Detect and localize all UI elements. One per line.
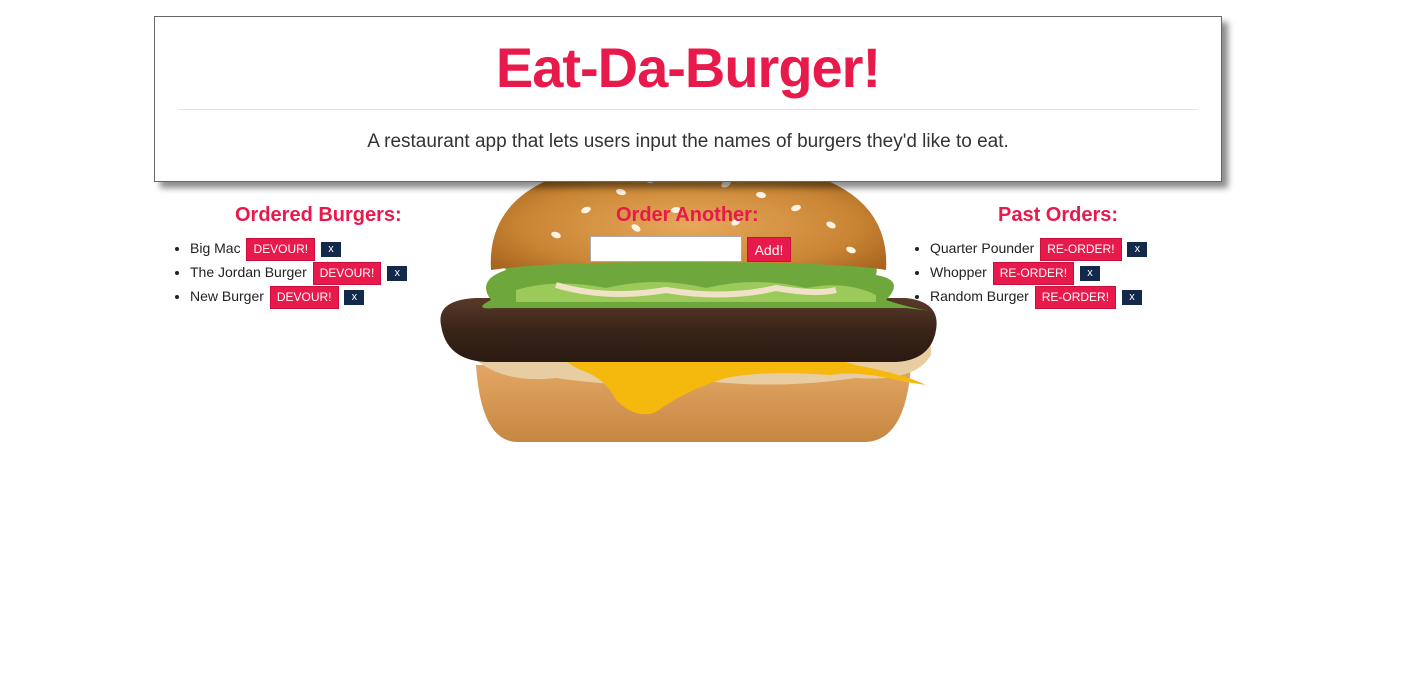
ordered-burgers-list: Big Mac DEVOUR! x The Jordan Burger DEVO… xyxy=(172,236,408,309)
burger-name: Whopper xyxy=(930,264,987,280)
devour-button[interactable]: DEVOUR! xyxy=(312,261,382,285)
devour-button[interactable]: DEVOUR! xyxy=(246,237,316,261)
past-orders-title: Past Orders: xyxy=(998,204,1119,226)
add-button[interactable]: Add! xyxy=(747,237,791,262)
burger-name: Random Burger xyxy=(930,288,1029,304)
burger-name: New Burger xyxy=(190,288,264,304)
burger-name: Big Mac xyxy=(190,240,241,256)
reorder-button[interactable]: RE-ORDER! xyxy=(1040,237,1122,261)
burger-name: Quarter Pounder xyxy=(930,240,1035,256)
remove-button[interactable]: x xyxy=(1127,241,1148,257)
reorder-button[interactable]: RE-ORDER! xyxy=(992,261,1075,285)
ordered-burgers-title: Ordered Burgers: xyxy=(235,204,402,226)
remove-button[interactable]: x xyxy=(321,241,342,257)
remove-button[interactable]: x xyxy=(1121,289,1142,305)
list-item: The Jordan Burger DEVOUR! x xyxy=(190,260,408,285)
remove-button[interactable]: x xyxy=(344,289,365,305)
burger-name: The Jordan Burger xyxy=(190,264,307,280)
list-item: New Burger DEVOUR! x xyxy=(190,284,407,309)
list-item: Whopper RE-ORDER! x xyxy=(930,260,1147,285)
list-item: Random Burger RE-ORDER! x xyxy=(930,284,1147,309)
past-orders-list: Quarter Pounder RE-ORDER! x Whopper RE-O… xyxy=(912,236,1148,309)
devour-button[interactable]: DEVOUR! xyxy=(269,285,339,309)
page-title: Eat-Da-Burger! xyxy=(495,36,881,99)
burger-image xyxy=(440,159,941,442)
page-subtitle: A restaurant app that lets users input t… xyxy=(367,131,1009,152)
remove-button[interactable]: x xyxy=(1079,265,1100,281)
list-item: Big Mac DEVOUR! x xyxy=(190,236,407,261)
remove-button[interactable]: x xyxy=(387,265,408,281)
header-divider xyxy=(179,109,1197,110)
list-item: Quarter Pounder RE-ORDER! x xyxy=(930,236,1148,261)
reorder-button[interactable]: RE-ORDER! xyxy=(1034,285,1117,309)
header-jumbotron: Eat-Da-Burger! A restaurant app that let… xyxy=(154,16,1222,182)
burger-name-input[interactable] xyxy=(590,236,742,262)
order-another-title: Order Another: xyxy=(616,204,759,226)
